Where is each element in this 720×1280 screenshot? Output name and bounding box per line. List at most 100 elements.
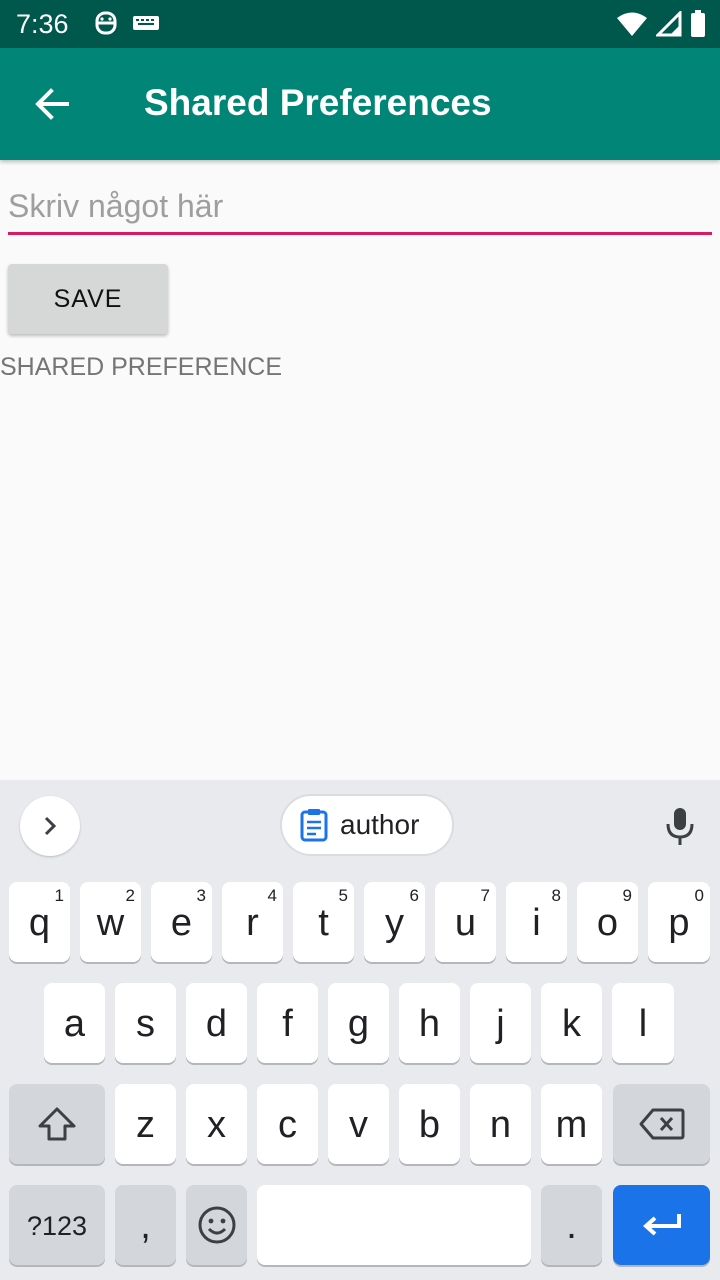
key-y[interactable]: 6y	[364, 882, 425, 962]
mic-icon	[666, 808, 694, 845]
status-right-icons	[616, 9, 706, 43]
key-label: o	[596, 901, 619, 944]
status-left-icons	[94, 10, 160, 41]
key-r[interactable]: 4r	[222, 882, 283, 962]
key-label: q	[28, 901, 51, 944]
key-label: z	[136, 1103, 155, 1146]
key-q[interactable]: 1q	[9, 882, 70, 962]
enter-key[interactable]	[613, 1185, 710, 1265]
wifi-icon	[616, 11, 648, 42]
chevron-right-icon	[44, 816, 57, 836]
arrow-back-icon	[35, 88, 69, 120]
backspace-key[interactable]	[613, 1084, 710, 1164]
key-f[interactable]: f	[257, 983, 318, 1063]
key-o[interactable]: 9o	[577, 882, 638, 962]
key-label: j	[496, 1002, 505, 1045]
key-u[interactable]: 7u	[435, 882, 496, 962]
suggestion-chip-label: author	[340, 809, 420, 840]
key-label: v	[349, 1103, 368, 1146]
shift-key[interactable]	[9, 1084, 105, 1164]
clipboard-icon	[300, 809, 328, 842]
key-hint: 0	[694, 886, 704, 905]
key-label: y	[385, 901, 404, 944]
key-s[interactable]: s	[115, 983, 176, 1063]
signal-icon	[654, 9, 682, 42]
key-k[interactable]: k	[541, 983, 602, 1063]
key-b[interactable]: b	[399, 1084, 460, 1164]
key-label: c	[278, 1103, 297, 1146]
text-input-field	[8, 180, 712, 236]
key-label: d	[205, 1002, 228, 1045]
key-l[interactable]: l	[612, 983, 674, 1063]
comma-key[interactable]: ,	[115, 1185, 176, 1265]
key-label: r	[246, 901, 259, 944]
robot-icon	[94, 10, 118, 41]
key-label: t	[318, 901, 329, 944]
key-w[interactable]: 2w	[80, 882, 141, 962]
key-d[interactable]: d	[186, 983, 247, 1063]
key-hint: 5	[338, 886, 348, 905]
key-label: g	[347, 1002, 370, 1045]
key-label: i	[532, 901, 541, 944]
key-label: p	[668, 901, 690, 944]
app-bar: Shared Preferences	[0, 48, 720, 160]
key-c[interactable]: c	[257, 1084, 318, 1164]
key-m[interactable]: m	[541, 1084, 602, 1164]
key-label: h	[418, 1002, 441, 1045]
key-hint: 7	[480, 886, 490, 905]
key-label: ?123	[26, 1210, 88, 1241]
key-label: k	[562, 1002, 581, 1045]
key-label: m	[555, 1103, 588, 1146]
key-label: x	[207, 1103, 226, 1146]
key-hint: 8	[551, 886, 561, 905]
space-key[interactable]	[257, 1185, 531, 1265]
key-a[interactable]: a	[44, 983, 105, 1063]
key-n[interactable]: n	[470, 1084, 531, 1164]
expand-toolbar-button[interactable]	[20, 796, 80, 856]
key-label: s	[136, 1002, 155, 1045]
emoji-icon	[198, 1206, 235, 1244]
enter-icon	[642, 1214, 681, 1236]
key-v[interactable]: v	[328, 1084, 389, 1164]
key-label: a	[63, 1002, 86, 1045]
clipboard-suggestion-chip[interactable]: author	[280, 794, 454, 856]
key-g[interactable]: g	[328, 983, 389, 1063]
key-i[interactable]: 8i	[506, 882, 567, 962]
key-hint: 6	[409, 886, 419, 905]
period-key[interactable]: .	[541, 1185, 602, 1265]
shift-icon	[38, 1107, 76, 1141]
page-title: Shared Preferences	[144, 82, 492, 123]
key-label: n	[489, 1103, 512, 1146]
soft-keyboard: author 1q 2w 3e 4r 5t 6y 7u 8i 9o 0p a s…	[0, 780, 720, 1280]
key-t[interactable]: 5t	[293, 882, 354, 962]
save-button[interactable]: SAVE	[8, 264, 168, 334]
status-time: 7:36	[16, 9, 69, 39]
key-label: b	[418, 1103, 441, 1146]
emoji-key[interactable]	[186, 1185, 247, 1265]
shared-preference-text: SHARED PREFERENCE	[0, 353, 282, 381]
key-j[interactable]: j	[470, 983, 531, 1063]
key-label: w	[96, 901, 125, 944]
back-button[interactable]	[24, 76, 80, 132]
key-x[interactable]: x	[186, 1084, 247, 1164]
backspace-icon	[639, 1108, 684, 1140]
key-hint: 2	[125, 886, 135, 905]
status-bar: 7:36	[0, 0, 720, 48]
key-h[interactable]: h	[399, 983, 460, 1063]
key-hint: 9	[622, 886, 632, 905]
key-label: f	[282, 1002, 293, 1045]
text-input[interactable]	[8, 180, 712, 235]
symbols-key[interactable]: ?123	[9, 1185, 105, 1265]
voice-input-button[interactable]	[656, 800, 704, 852]
key-z[interactable]: z	[115, 1084, 176, 1164]
key-label: .	[566, 1204, 577, 1247]
key-hint: 3	[196, 886, 206, 905]
key-e[interactable]: 3e	[151, 882, 212, 962]
battery-icon	[690, 10, 706, 43]
key-p[interactable]: 0p	[648, 882, 710, 962]
keyboard-icon	[132, 15, 160, 36]
key-hint: 4	[267, 886, 277, 905]
suggestion-bar: author	[0, 780, 720, 872]
key-hint: 1	[54, 886, 64, 905]
key-label: u	[454, 901, 477, 944]
